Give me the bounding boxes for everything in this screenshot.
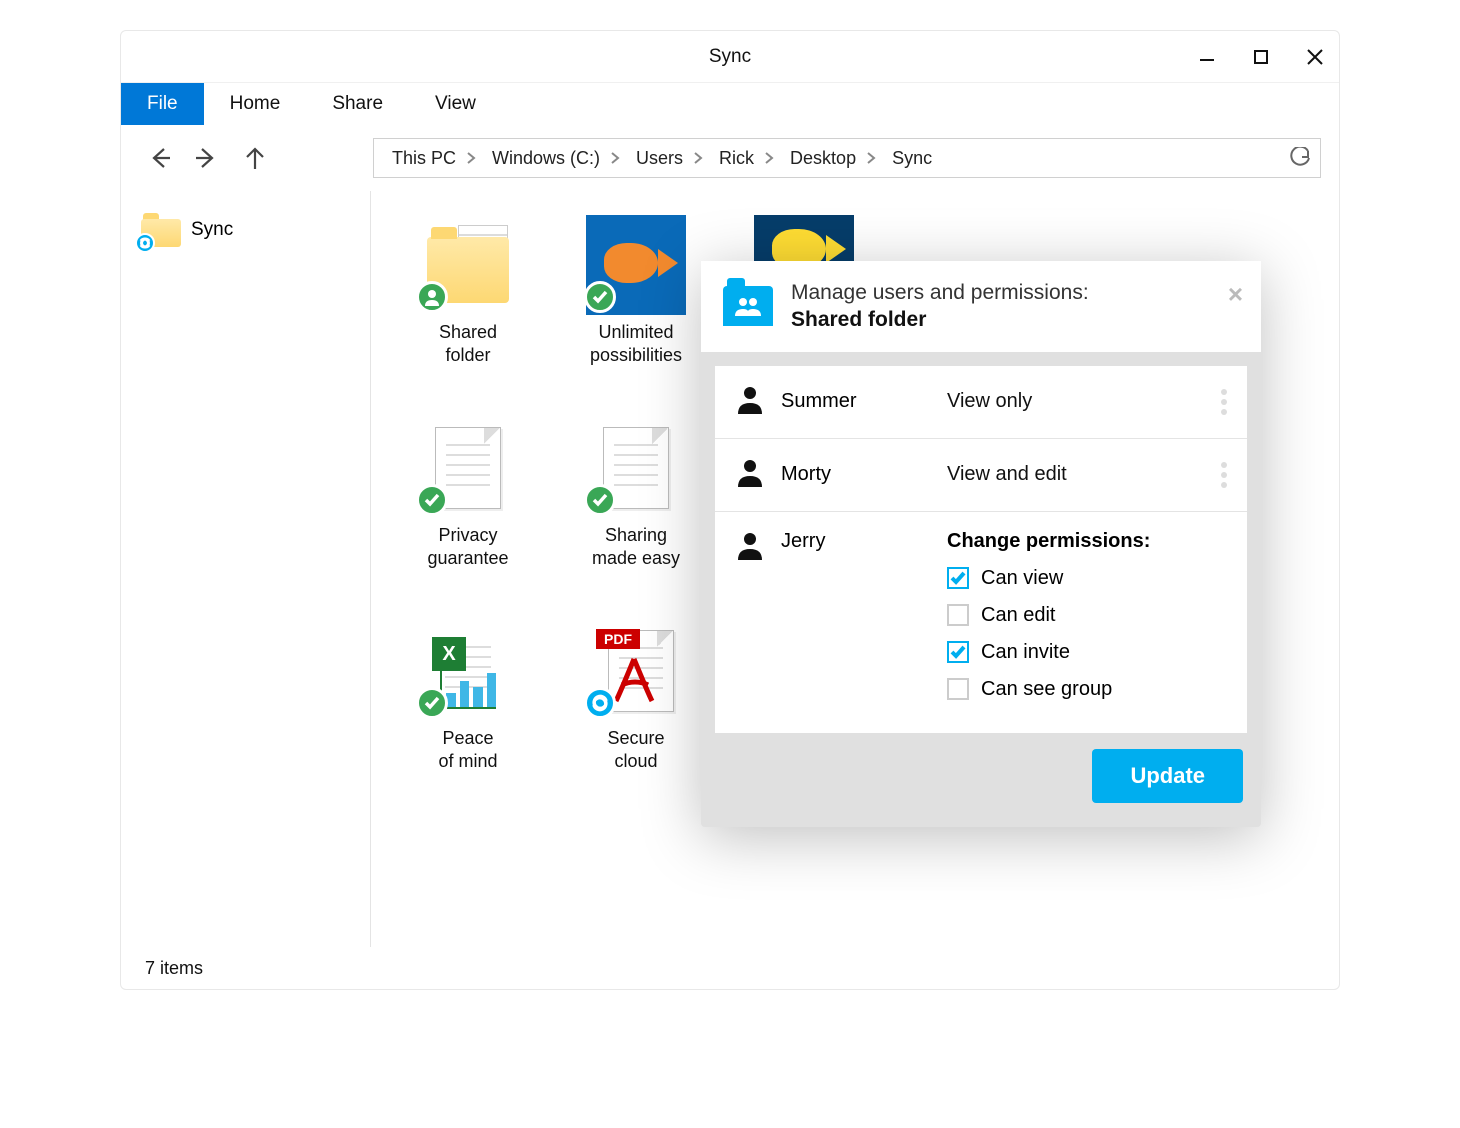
file-secure-cloud[interactable]: PDF Secure cloud bbox=[561, 621, 711, 772]
excel-icon: X bbox=[432, 637, 466, 671]
permissions-dialog: Manage users and permissions: Shared fol… bbox=[701, 261, 1261, 827]
crumb-drive[interactable]: Windows (C:) bbox=[488, 148, 604, 169]
chevron-right-icon bbox=[466, 151, 482, 165]
person-icon bbox=[735, 457, 765, 493]
title-bar: Sync bbox=[121, 31, 1339, 83]
tab-view[interactable]: View bbox=[409, 83, 502, 125]
breadcrumb[interactable]: This PC Windows (C:) Users Rick Desktop … bbox=[373, 138, 1321, 178]
chevron-right-icon bbox=[693, 151, 709, 165]
file-privacy-guarantee[interactable]: Privacy guarantee bbox=[393, 418, 543, 569]
checkbox-can-see-group[interactable]: Can see group bbox=[947, 678, 1227, 701]
synced-badge-icon bbox=[584, 281, 616, 313]
crumb-sync[interactable]: Sync bbox=[888, 148, 936, 169]
checkbox-label: Can see group bbox=[981, 678, 1112, 701]
synced-badge-icon bbox=[416, 687, 448, 719]
user-name: Summer bbox=[781, 390, 931, 413]
file-label: Shared folder bbox=[439, 321, 497, 366]
file-sharing-made-easy[interactable]: Sharing made easy bbox=[561, 418, 711, 569]
synced-badge-icon bbox=[416, 484, 448, 516]
permission-row: Morty View and edit bbox=[715, 439, 1247, 512]
synced-badge-icon bbox=[584, 484, 616, 516]
file-label: Peace of mind bbox=[438, 727, 497, 772]
window-title: Sync bbox=[709, 46, 751, 68]
checkbox-can-invite[interactable]: Can invite bbox=[947, 641, 1227, 664]
maximize-button[interactable] bbox=[1245, 41, 1277, 73]
file-shared-folder[interactable]: Shared folder bbox=[393, 215, 543, 366]
file-unlimited-possibilities[interactable]: Unlimited possibilities bbox=[561, 215, 711, 366]
checkbox-can-view[interactable]: Can view bbox=[947, 567, 1227, 590]
minimize-button[interactable] bbox=[1191, 41, 1223, 73]
file-label: Sharing made easy bbox=[592, 524, 680, 569]
more-options-button[interactable] bbox=[1221, 389, 1227, 415]
nav-row: This PC Windows (C:) Users Rick Desktop … bbox=[121, 125, 1339, 191]
checkbox-label: Can view bbox=[981, 567, 1063, 590]
person-icon bbox=[735, 530, 765, 566]
folder-icon bbox=[141, 213, 181, 247]
explorer-window: Sync File Home Share View bbox=[120, 30, 1340, 990]
permission-row-expanded: Jerry Change permissions: Can view Can e… bbox=[715, 512, 1247, 733]
checkbox-label: Can edit bbox=[981, 604, 1056, 627]
file-label: Secure cloud bbox=[607, 727, 664, 772]
user-name: Morty bbox=[781, 463, 931, 486]
tab-home[interactable]: Home bbox=[204, 83, 307, 125]
dialog-title-line1: Manage users and permissions: bbox=[791, 279, 1089, 306]
crumb-rick[interactable]: Rick bbox=[715, 148, 758, 169]
close-button[interactable] bbox=[1299, 41, 1331, 73]
dialog-close-button[interactable]: × bbox=[1228, 279, 1243, 310]
crumb-users[interactable]: Users bbox=[632, 148, 687, 169]
status-text: 7 items bbox=[145, 958, 203, 979]
sidebar-item-label: Sync bbox=[191, 219, 233, 241]
refresh-button[interactable] bbox=[1290, 139, 1312, 177]
sidebar-item-sync[interactable]: Sync bbox=[133, 209, 358, 251]
status-bar: 7 items bbox=[121, 947, 1339, 989]
dialog-title-line2: Shared folder bbox=[791, 306, 1089, 333]
checkbox-label: Can invite bbox=[981, 641, 1070, 664]
checkbox-can-edit[interactable]: Can edit bbox=[947, 604, 1227, 627]
sidebar: Sync bbox=[121, 191, 371, 947]
more-options-button[interactable] bbox=[1221, 462, 1227, 488]
back-button[interactable] bbox=[139, 138, 179, 178]
sync-badge-icon bbox=[135, 233, 155, 253]
up-button[interactable] bbox=[235, 138, 275, 178]
permission-row: Summer View only bbox=[715, 366, 1247, 439]
forward-button[interactable] bbox=[187, 138, 227, 178]
file-peace-of-mind[interactable]: X Peace of mind bbox=[393, 621, 543, 772]
user-permission: View only bbox=[947, 390, 1205, 413]
crumb-desktop[interactable]: Desktop bbox=[786, 148, 860, 169]
ribbon-tabs: File Home Share View bbox=[121, 83, 1339, 125]
file-label: Privacy guarantee bbox=[427, 524, 508, 569]
user-name: Jerry bbox=[781, 530, 931, 553]
pdf-icon: PDF bbox=[596, 629, 640, 649]
person-icon bbox=[735, 384, 765, 420]
tab-file[interactable]: File bbox=[121, 83, 204, 125]
tab-share[interactable]: Share bbox=[306, 83, 409, 125]
file-label: Unlimited possibilities bbox=[590, 321, 682, 366]
chevron-right-icon bbox=[866, 151, 882, 165]
update-button[interactable]: Update bbox=[1092, 749, 1243, 803]
change-permissions-title: Change permissions: bbox=[947, 530, 1227, 553]
chevron-right-icon bbox=[610, 151, 626, 165]
shared-badge-icon bbox=[416, 281, 448, 313]
syncing-badge-icon bbox=[584, 687, 616, 719]
user-permission: View and edit bbox=[947, 463, 1205, 486]
shared-folder-icon bbox=[723, 286, 773, 326]
chevron-right-icon bbox=[764, 151, 780, 165]
crumb-this-pc[interactable]: This PC bbox=[388, 148, 460, 169]
dialog-header: Manage users and permissions: Shared fol… bbox=[701, 261, 1261, 352]
